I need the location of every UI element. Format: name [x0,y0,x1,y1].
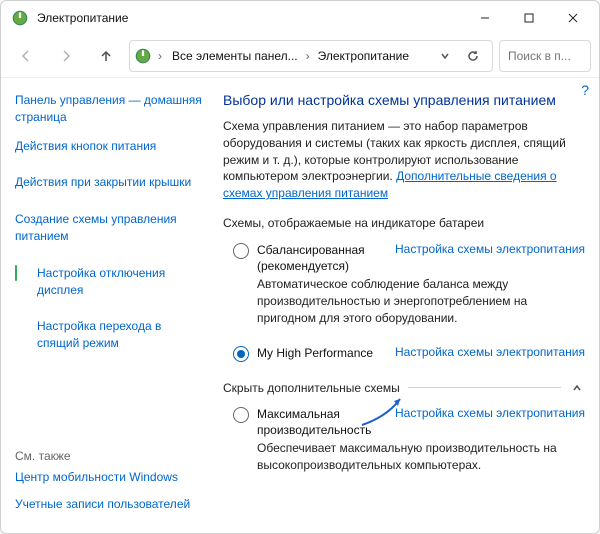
page-description: Схема управления питанием — это набор па… [223,118,585,202]
address-bar[interactable]: › Все элементы панел... › Электропитание [129,40,493,72]
plan-settings-link[interactable]: Настройка схемы электропитания [387,345,585,359]
see-also-label: См. также [15,449,195,463]
sleep-icon [15,319,31,335]
sidebar-link[interactable]: Действия кнопок питания [15,138,156,155]
plan-radio-balanced[interactable] [233,243,249,259]
minimize-button[interactable] [463,3,507,33]
breadcrumb-item[interactable]: Все элементы панел... [168,47,302,65]
sidebar-link[interactable]: Создание схемы управления питанием [15,211,205,245]
address-dropdown[interactable] [436,50,454,62]
maximize-button[interactable] [507,3,551,33]
sidebar-home-link[interactable]: Панель управления — домашняя страница [15,92,205,126]
plan-name: Сбалансированная (рекомендуется) [257,242,387,274]
plan-settings-link[interactable]: Настройка схемы электропитания [387,242,585,256]
see-also-link[interactable]: Учетные записи пользователей [15,496,195,513]
plan-settings-link[interactable]: Настройка схемы электропитания [387,406,585,420]
battery-schemes-label: Схемы, отображаемые на индикаторе батаре… [223,216,585,230]
plan-radio-max-perf[interactable] [233,407,249,423]
sidebar-link[interactable]: Действия при закрытии крышки [15,174,191,191]
refresh-button[interactable] [458,50,488,62]
app-icon [11,9,29,27]
sidebar-link[interactable]: Настройка перехода в спящий режим [37,318,205,352]
hide-additional-toggle[interactable]: Скрыть дополнительные схемы [223,380,585,396]
plan-name: My High Performance [257,345,387,361]
plan-radio-high-perf[interactable] [233,346,249,362]
plan-description: Автоматическое соблюдение баланса между … [257,276,585,326]
chevron-right-icon[interactable]: › [304,49,312,63]
window-title: Электропитание [37,11,455,25]
search-input[interactable] [506,48,584,64]
help-button[interactable]: ? [581,82,589,98]
sidebar-link[interactable]: Настройка отключения дисплея [37,265,205,299]
plan-description: Обеспечивает максимальную производительн… [257,440,585,474]
search-box[interactable] [499,40,591,72]
forward-button[interactable] [49,41,83,71]
chevron-right-icon[interactable]: › [156,49,164,63]
close-button[interactable] [551,3,595,33]
up-button[interactable] [89,41,123,71]
back-button[interactable] [9,41,43,71]
breadcrumb-item[interactable]: Электропитание [314,47,413,65]
address-icon [134,47,152,65]
display-off-icon [15,266,31,282]
see-also-link[interactable]: Центр мобильности Windows [15,469,195,486]
plan-name: Максимальная производительность [257,406,387,438]
page-title: Выбор или настройка схемы управления пит… [223,92,585,108]
chevron-up-icon [569,380,585,396]
